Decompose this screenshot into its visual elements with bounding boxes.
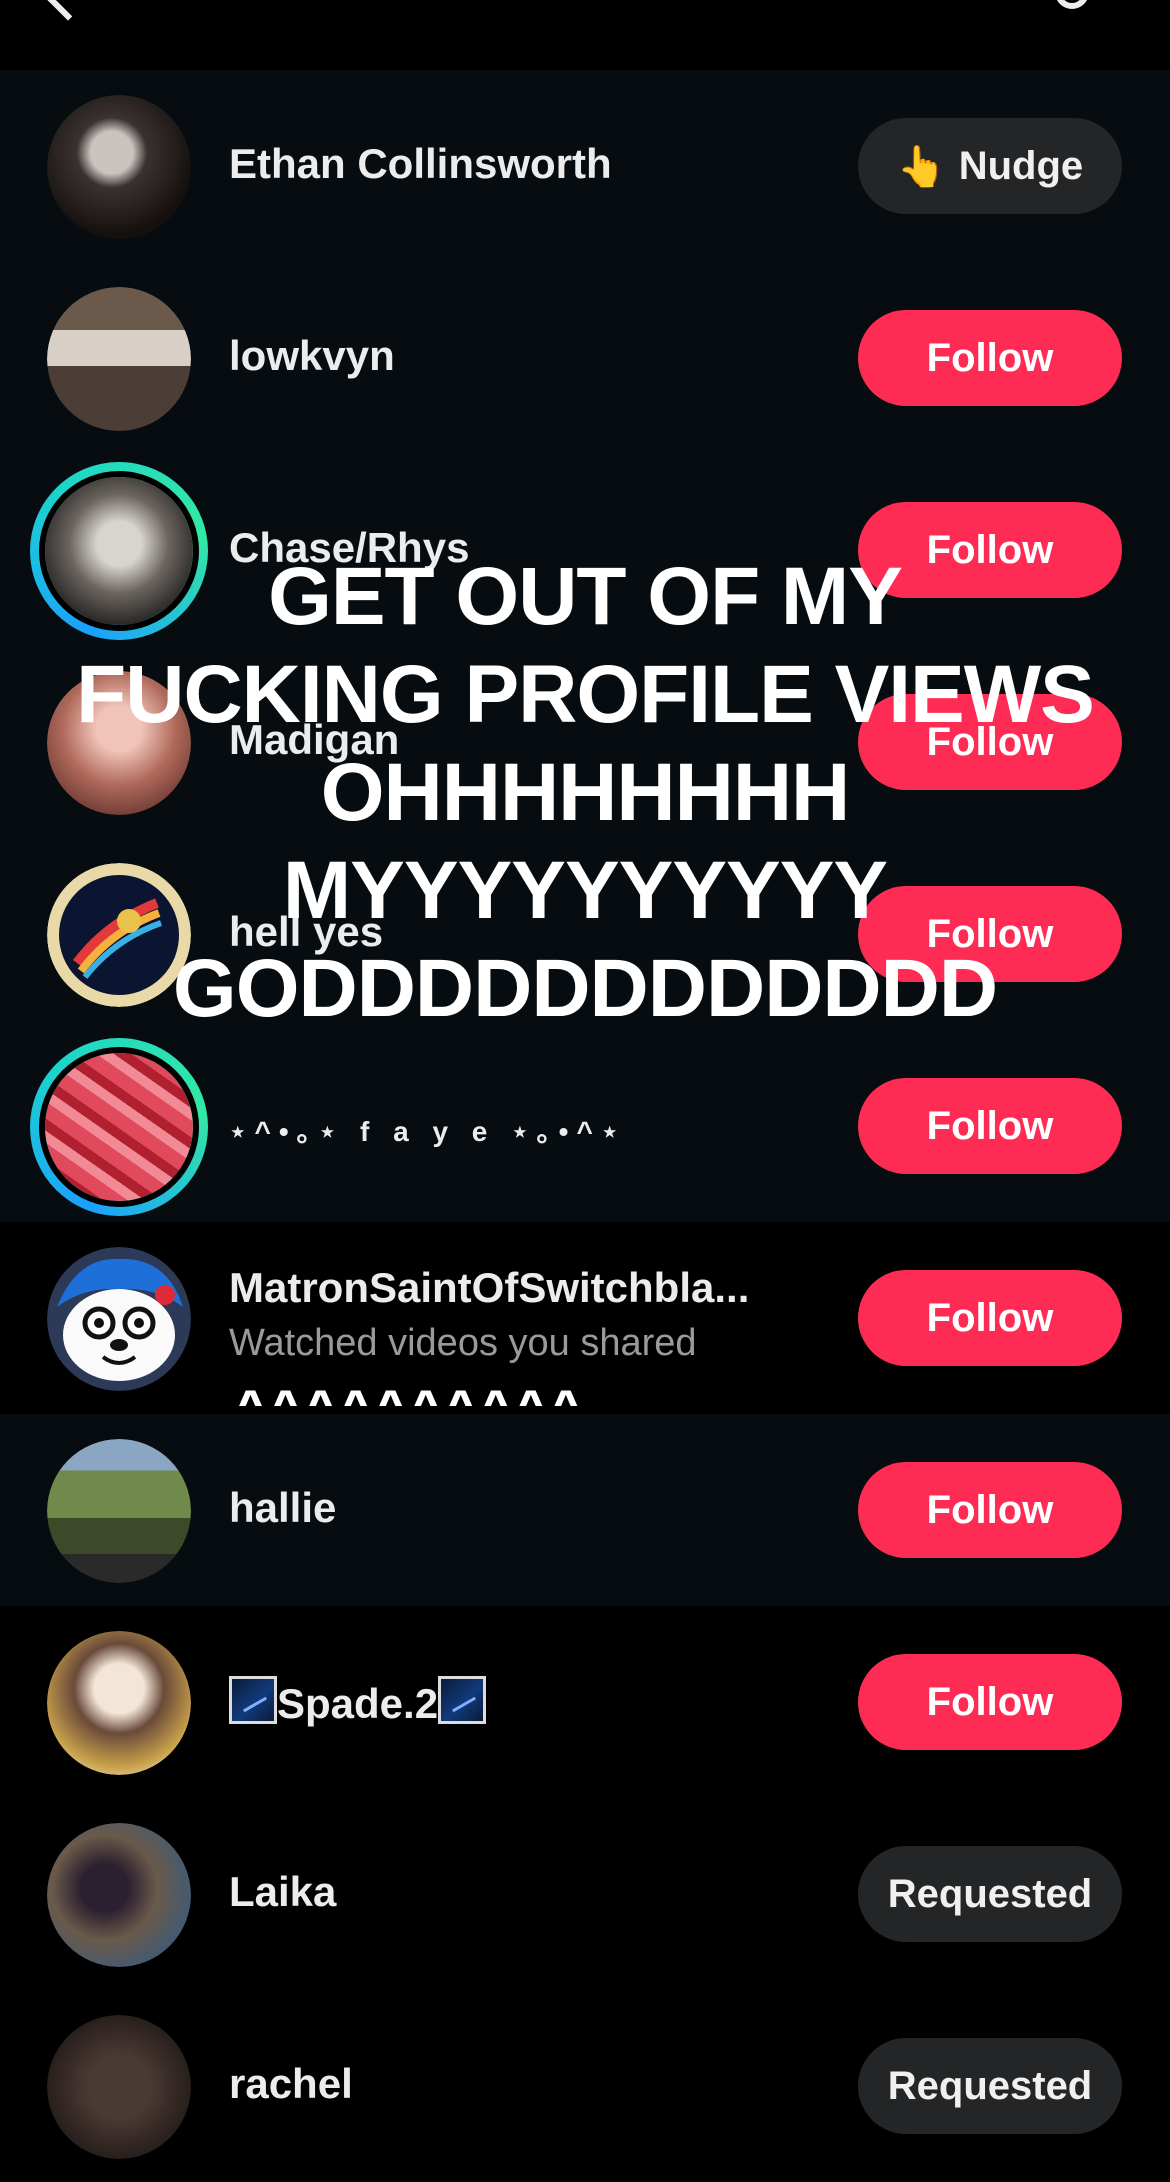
username[interactable]: hallie (229, 1484, 336, 1532)
rocket-badge-icon (47, 863, 191, 1007)
list-item[interactable]: Laika Requested (0, 1798, 1170, 1990)
username[interactable]: MatronSaintOfSwitchbla... (229, 1264, 749, 1312)
list-item[interactable]: hell yes Follow (0, 838, 1170, 1030)
avatar[interactable] (47, 1823, 191, 1967)
follow-button[interactable]: Follow (858, 886, 1122, 982)
username[interactable]: Madigan (229, 716, 399, 764)
list-item[interactable]: Chase/Rhys Follow (0, 454, 1170, 646)
username[interactable]: Spade.2 (229, 1676, 487, 1728)
avatar[interactable] (47, 1631, 191, 1775)
nudge-button[interactable]: 👆 Nudge (858, 118, 1122, 214)
cartoon-face-icon (47, 1247, 191, 1391)
avatar[interactable] (47, 2015, 191, 2159)
pointing-hand-icon: 👆 (896, 144, 947, 189)
requested-button[interactable]: Requested (858, 2038, 1122, 2134)
milky-way-icon (438, 1676, 487, 1724)
list-item[interactable]: ⋆^•｡⋆ f a y e ⋆｡•^⋆ Follow (0, 1030, 1170, 1222)
requested-button[interactable]: Requested (858, 1846, 1122, 1942)
username[interactable]: rachel (229, 2060, 353, 2108)
username[interactable]: Ethan Collinsworth (229, 140, 612, 188)
avatar[interactable] (47, 863, 191, 1007)
follow-button[interactable]: Follow (858, 310, 1122, 406)
avatar[interactable] (47, 1247, 191, 1391)
follow-button[interactable]: Follow (858, 502, 1122, 598)
top-bar (0, 0, 1170, 70)
avatar[interactable] (47, 95, 191, 239)
username[interactable]: Chase/Rhys (229, 524, 469, 572)
avatar[interactable] (47, 1439, 191, 1583)
list-item[interactable]: Ethan Collinsworth 👆 Nudge (0, 70, 1170, 262)
username[interactable]: Laika (229, 1868, 336, 1916)
follow-button[interactable]: Follow (858, 1078, 1122, 1174)
milky-way-icon (229, 1676, 277, 1724)
follow-button[interactable]: Follow (858, 1654, 1122, 1750)
avatar[interactable] (30, 1038, 208, 1216)
follow-button[interactable]: Follow (858, 1462, 1122, 1558)
username[interactable]: lowkvyn (229, 332, 395, 380)
avatar[interactable] (47, 287, 191, 431)
overlay-caret-text: ^^^^^^^^^^ (233, 1382, 673, 1406)
list-item[interactable]: lowkvyn Follow (0, 262, 1170, 454)
username[interactable]: hell yes (229, 908, 383, 956)
gear-icon[interactable] (1050, 0, 1094, 14)
username[interactable]: ⋆^•｡⋆ f a y e ⋆｡•^⋆ (229, 1110, 626, 1150)
list-item[interactable]: hallie Follow (0, 1414, 1170, 1606)
activity-subtitle: Watched videos you shared (229, 1322, 697, 1364)
list-item[interactable]: Madigan Follow (0, 646, 1170, 838)
nudge-label: Nudge (958, 143, 1084, 188)
follow-button[interactable]: Follow (858, 694, 1122, 790)
profile-viewers-list: Ethan Collinsworth 👆 Nudge lowkvyn Follo… (0, 70, 1170, 2182)
avatar[interactable] (47, 671, 191, 815)
list-item[interactable]: rachel Requested (0, 1990, 1170, 2182)
list-item[interactable]: Spade.2 Follow (0, 1606, 1170, 1798)
avatar[interactable] (30, 462, 208, 640)
follow-button[interactable]: Follow (858, 1270, 1122, 1366)
back-icon[interactable] (45, 0, 91, 21)
